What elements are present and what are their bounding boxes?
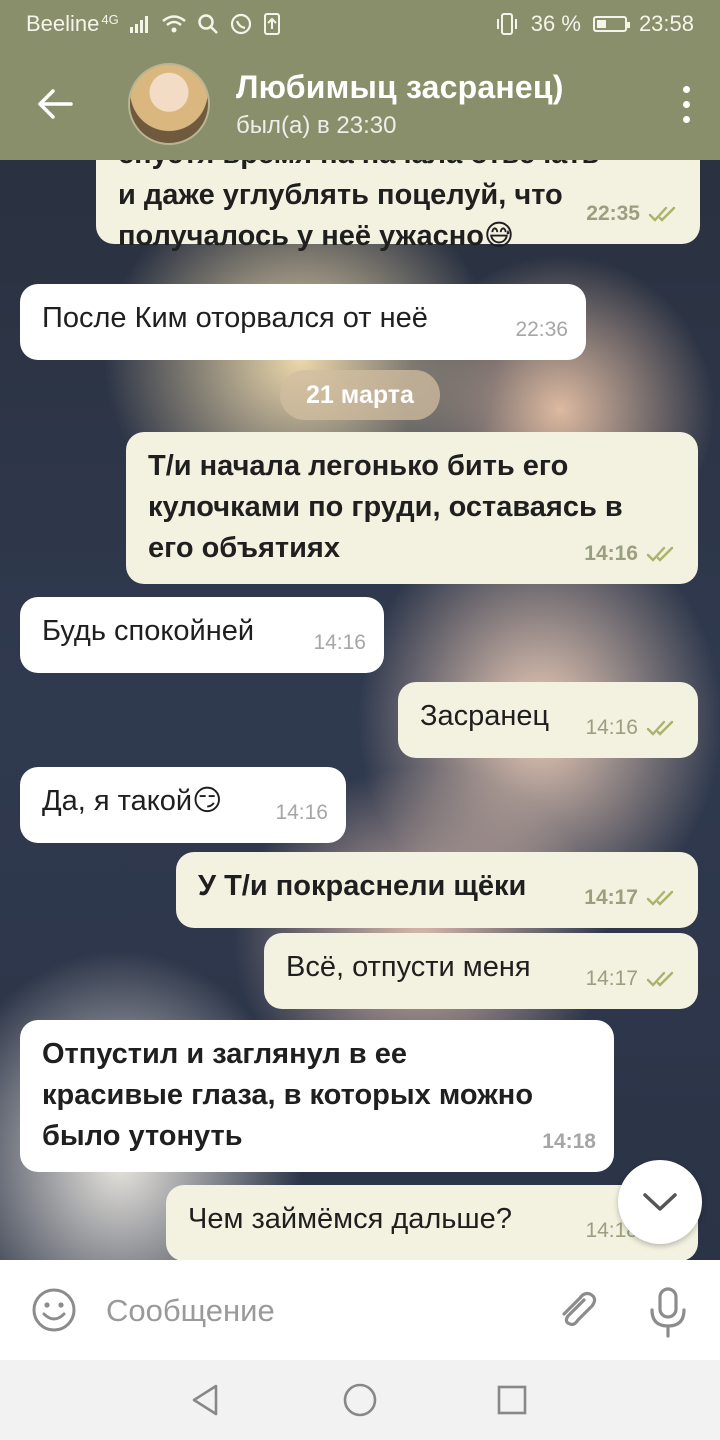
back-button[interactable]: [0, 48, 110, 160]
chat-title-block[interactable]: Любимыц засранец) был(а) в 23:30: [236, 69, 564, 140]
outgoing-message-bubble[interactable]: У Т/и покраснели щёки 14:17: [176, 852, 698, 928]
chat-title: Любимыц засранец): [236, 68, 564, 105]
message-time: 14:16: [585, 716, 638, 739]
vibrate-icon: [496, 13, 517, 35]
chat-header: Любимыц засранец) был(а) в 23:30: [0, 48, 720, 160]
incoming-message-bubble[interactable]: Будь спокойней 14:16: [20, 597, 384, 673]
message-text: Отпустил и заглянул в ее красивые глаза,…: [42, 1038, 534, 1152]
outgoing-message-bubble[interactable]: Т/и начала легонько бить его кулочками п…: [126, 432, 698, 584]
message-meta: 14:17: [585, 958, 680, 999]
battery-percent: 36 %: [530, 11, 581, 36]
message-list[interactable]: 21 марта спустя время на начала отвечать…: [0, 160, 720, 1260]
paperclip-icon[interactable]: [552, 1286, 600, 1334]
smiley-icon[interactable]: [30, 1286, 78, 1334]
nav-recents-icon[interactable]: [496, 1384, 528, 1416]
double-check-icon: [646, 890, 674, 906]
message-meta: 22:35: [586, 193, 682, 234]
outgoing-message-bubble[interactable]: Засранец 14:16: [398, 682, 698, 758]
message-meta: 14:17: [584, 877, 680, 918]
incoming-message-bubble[interactable]: После Ким оторвался от неё 22:36: [20, 284, 586, 360]
wifi-icon: [161, 15, 186, 33]
battery-icon: [592, 16, 630, 32]
nav-back-icon[interactable]: [188, 1383, 222, 1417]
message-time: 14:16: [313, 631, 366, 654]
message-time: 14:17: [585, 967, 638, 990]
chevron-down-icon: [643, 1193, 677, 1211]
scroll-down-button[interactable]: [618, 1160, 702, 1244]
more-menu-button[interactable]: [683, 48, 690, 160]
status-bar: Beeline 4G 36 % 23:58: [0, 0, 720, 48]
upload-status-icon: [263, 13, 280, 35]
message-meta: 14:16: [584, 533, 680, 574]
incoming-message-bubble[interactable]: Да, я такой😏 14:16: [20, 767, 346, 843]
date-separator: 21 марта: [280, 370, 440, 420]
outgoing-message-bubble[interactable]: Всё, отпусти меня 14:17: [264, 933, 698, 1009]
arrow-left-icon: [38, 89, 73, 119]
message-meta: 14:16: [585, 707, 680, 748]
message-text: После Ким оторвался от неё: [42, 302, 428, 334]
signal-icon: [129, 16, 148, 33]
nav-home-icon[interactable]: [342, 1382, 378, 1418]
message-time: 14:17: [584, 886, 638, 909]
message-meta: 14:16: [313, 622, 366, 663]
message-time: 14:16: [275, 801, 328, 824]
message-composer: [0, 1260, 720, 1360]
microphone-icon[interactable]: [646, 1286, 690, 1338]
double-check-icon: [648, 206, 676, 222]
more-vertical-icon: [683, 85, 690, 93]
double-check-icon: [646, 971, 674, 987]
message-time: 22:35: [586, 202, 640, 225]
whatsapp-icon: [230, 13, 251, 35]
search-status-icon: [197, 14, 218, 34]
incoming-message-bubble[interactable]: Отпустил и заглянул в ее красивые глаза,…: [20, 1020, 614, 1172]
message-input[interactable]: [104, 1284, 528, 1338]
message-time: 22:36: [515, 318, 568, 341]
network-label: 4G: [101, 11, 119, 27]
message-time: 14:16: [584, 542, 638, 565]
last-seen-status: был(а) в 23:30: [236, 111, 397, 139]
double-check-icon: [646, 546, 674, 562]
message-meta: 14:18: [542, 1121, 596, 1162]
message-meta: 14:16: [275, 792, 328, 833]
outgoing-message-bubble[interactable]: спустя время на начала отвечать и даже у…: [96, 160, 700, 252]
double-check-icon: [646, 720, 674, 736]
system-nav-bar: [0, 1360, 720, 1440]
message-meta: 22:36: [515, 309, 568, 350]
message-time: 14:18: [542, 1130, 596, 1153]
carrier-label: Beeline: [26, 11, 100, 36]
clock: 23:58: [638, 11, 694, 36]
avatar[interactable]: [128, 63, 210, 145]
